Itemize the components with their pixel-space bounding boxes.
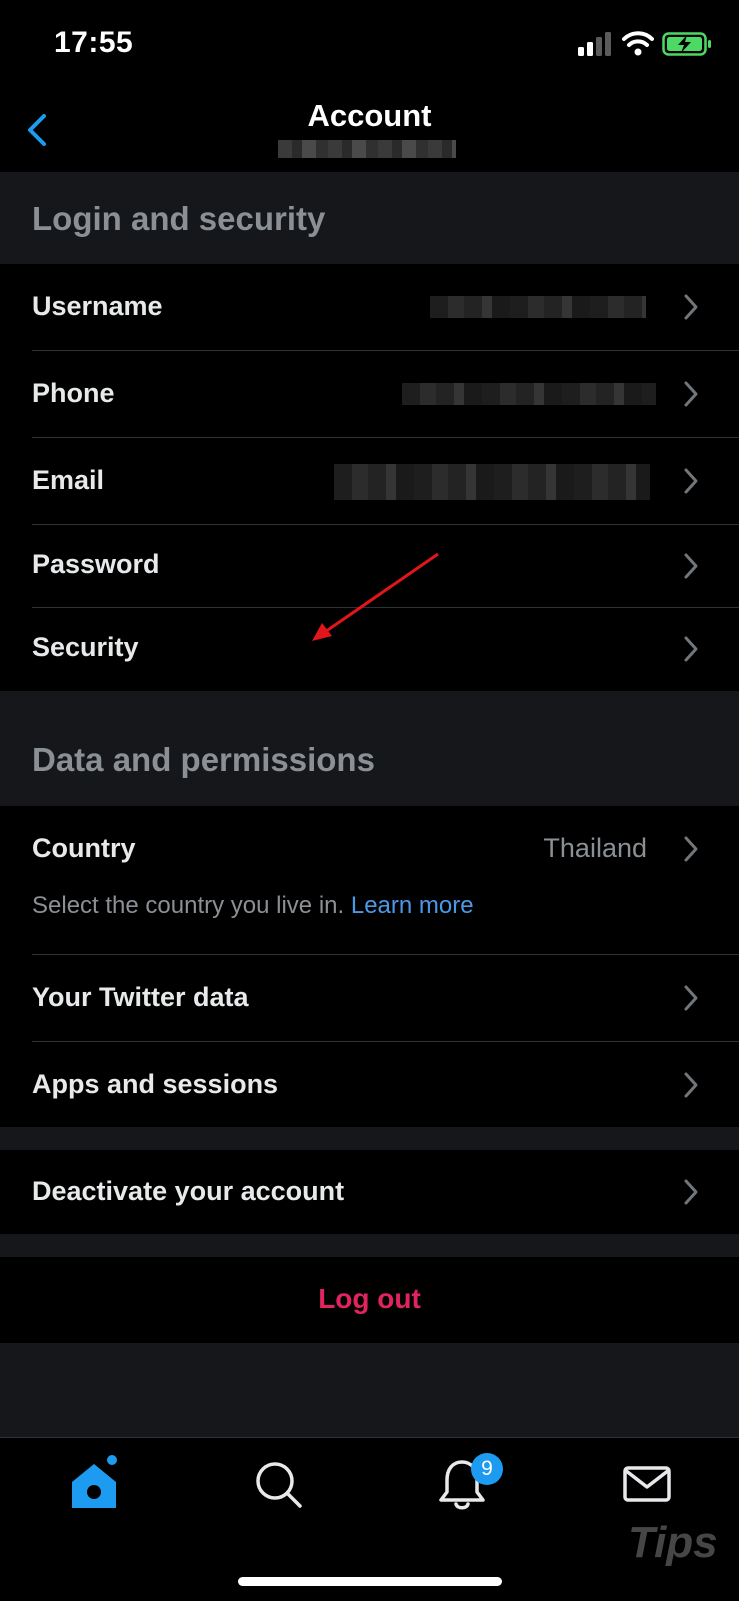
watermark-logo: Tips	[628, 1518, 718, 1567]
username-value-redacted	[430, 296, 646, 318]
chevron-right-icon	[684, 381, 698, 407]
email-value-redacted	[334, 464, 650, 500]
row-deactivate-account[interactable]: Deactivate your account	[0, 1150, 739, 1234]
home-indicator[interactable]	[238, 1577, 502, 1586]
section-spacer	[0, 1234, 739, 1257]
page-title: Account	[307, 98, 432, 133]
phone-value-redacted	[402, 383, 656, 405]
row-label: Security	[32, 632, 139, 662]
battery-charging-icon	[662, 32, 711, 56]
chevron-right-icon	[684, 636, 698, 662]
chevron-right-icon	[684, 836, 698, 862]
bottom-spacer	[0, 1343, 739, 1437]
row-label: Country	[32, 833, 136, 863]
row-label: Username	[32, 291, 163, 321]
status-bar: 17:55	[0, 0, 739, 90]
row-label: Password	[32, 549, 160, 579]
country-value: Thailand	[543, 833, 647, 863]
row-label: Your Twitter data	[32, 982, 249, 1012]
chevron-right-icon	[684, 294, 698, 320]
country-helper-text: Select the country you live in. Learn mo…	[32, 892, 474, 920]
row-phone[interactable]: Phone	[0, 351, 739, 437]
wifi-icon	[622, 31, 654, 56]
chevron-right-icon	[684, 1072, 698, 1098]
row-apps-and-sessions[interactable]: Apps and sessions	[0, 1042, 739, 1127]
status-time: 17:55	[54, 26, 134, 59]
helper-text: Select the country you live in.	[32, 892, 345, 919]
row-your-twitter-data[interactable]: Your Twitter data	[0, 955, 739, 1041]
row-label: Email	[32, 465, 105, 495]
section-spacer	[0, 1127, 739, 1150]
row-country[interactable]: Country Thailand Select the country you …	[0, 806, 739, 954]
section-header-data: Data and permissions	[0, 691, 739, 806]
cellular-signal-icon	[578, 32, 611, 56]
notifications-badge: 9	[471, 1453, 503, 1485]
chevron-right-icon	[684, 468, 698, 494]
tab-messages[interactable]	[617, 1454, 677, 1514]
account-handle-redacted	[278, 140, 456, 158]
section-title: Data and permissions	[32, 741, 375, 778]
row-label: Apps and sessions	[32, 1069, 279, 1099]
chevron-right-icon	[684, 985, 698, 1011]
logout-row: Log out	[0, 1257, 739, 1343]
chevron-right-icon	[684, 1179, 698, 1205]
tab-home[interactable]	[64, 1454, 124, 1514]
learn-more-link[interactable]: Learn more	[351, 892, 474, 919]
section-title: Login and security	[32, 200, 326, 237]
row-username[interactable]: Username	[0, 264, 739, 350]
logout-button[interactable]: Log out	[0, 1283, 739, 1315]
section-header-login: Login and security	[0, 172, 739, 264]
navigation-header: Account	[0, 90, 739, 172]
chevron-right-icon	[684, 553, 698, 579]
tab-search[interactable]	[248, 1454, 308, 1514]
row-label: Phone	[32, 378, 115, 408]
annotation-arrow-icon	[312, 552, 439, 641]
row-email[interactable]: Email	[0, 438, 739, 524]
row-label: Deactivate your account	[32, 1176, 345, 1206]
